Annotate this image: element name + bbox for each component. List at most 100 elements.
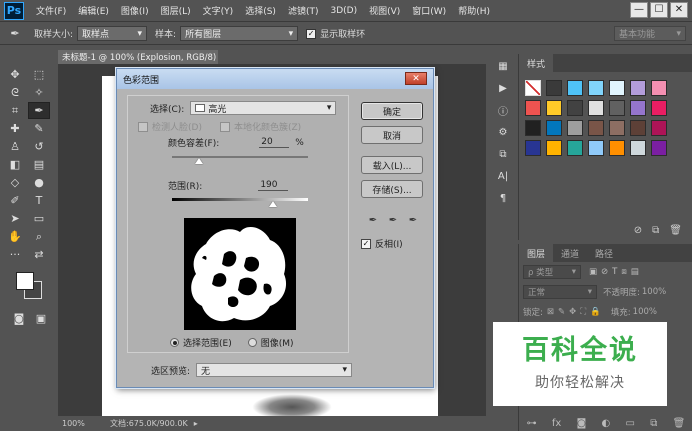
dialog-close-button[interactable]: ✕: [405, 72, 427, 85]
crop-tool-icon[interactable]: ⌗: [4, 102, 26, 119]
style-swatch[interactable]: [651, 100, 667, 116]
brush-preset-icon[interactable]: ⚙: [493, 122, 513, 142]
style-swatch[interactable]: [546, 140, 562, 156]
menu-help[interactable]: 帮助(H): [452, 4, 496, 17]
style-swatch[interactable]: [651, 120, 667, 136]
document-tab[interactable]: 未标题-1 @ 100% (Explosion, RGB/8) * ×: [58, 50, 218, 64]
style-swatch[interactable]: [609, 80, 625, 96]
new-style-icon[interactable]: ⧉: [652, 225, 659, 236]
cancel-button[interactable]: 取消: [361, 126, 423, 144]
ok-button[interactable]: 确定: [361, 102, 423, 120]
style-swatch[interactable]: [525, 80, 541, 96]
menu-3d[interactable]: 3D(D): [324, 6, 363, 16]
style-swatch[interactable]: [567, 80, 583, 96]
style-swatch[interactable]: [609, 100, 625, 116]
close-button[interactable]: ✕: [670, 2, 688, 18]
path-select-icon[interactable]: ➤: [4, 210, 26, 227]
menu-filter[interactable]: 滤镜(T): [282, 4, 325, 17]
move-tool-icon[interactable]: ✥: [4, 66, 26, 83]
eyedropper-plus-icon[interactable]: ✒: [386, 213, 400, 227]
selection-preview-select[interactable]: 无 ▾: [196, 363, 353, 377]
layer-filter-icons[interactable]: ▣⊘T⧈▤: [589, 267, 643, 277]
fill-value[interactable]: 100%: [633, 307, 657, 317]
zoom-tool-icon[interactable]: ⌕: [28, 228, 50, 245]
actions-play-icon[interactable]: ▶: [493, 78, 513, 98]
show-ring-checkbox[interactable]: ✓: [306, 28, 317, 39]
eyedropper-tool-icon[interactable]: ✒: [28, 102, 50, 119]
menu-type[interactable]: 文字(Y): [197, 4, 240, 17]
opacity-value[interactable]: 100%: [642, 287, 666, 297]
style-swatch[interactable]: [588, 120, 604, 136]
dialog-title-bar[interactable]: 色彩范围 ✕: [117, 69, 433, 89]
zoom-level[interactable]: 100%: [58, 419, 90, 428]
new-layer-icon[interactable]: ⧉: [650, 418, 657, 429]
swap-colors-icon[interactable]: ⇄: [28, 246, 50, 263]
image-radio[interactable]: [247, 338, 257, 347]
fx-icon[interactable]: fx: [552, 418, 561, 429]
style-swatch[interactable]: [525, 100, 541, 116]
eyedropper-icon[interactable]: ✒: [4, 27, 26, 40]
rectangle-tool-icon[interactable]: ▭: [28, 210, 50, 227]
style-swatch[interactable]: [567, 140, 583, 156]
paragraph-panel-icon[interactable]: ¶: [493, 188, 513, 208]
minimize-button[interactable]: —: [630, 2, 648, 18]
style-swatch[interactable]: [588, 80, 604, 96]
selection-radio[interactable]: [170, 338, 179, 347]
detect-faces-checkbox[interactable]: [138, 121, 148, 132]
info-panel-icon[interactable]: ⓘ: [493, 100, 513, 120]
menu-select[interactable]: 选择(S): [239, 4, 282, 17]
pen-tool-icon[interactable]: ✐: [4, 192, 26, 209]
clone-source-icon[interactable]: ⧉: [493, 144, 513, 164]
style-swatch[interactable]: [546, 120, 562, 136]
style-swatch[interactable]: [546, 80, 562, 96]
lock-icons[interactable]: ⊠✎✥⛶🔒: [547, 307, 605, 317]
stamp-tool-icon[interactable]: ♙: [4, 138, 26, 155]
eyedropper-icon[interactable]: ✒: [366, 213, 380, 227]
no-style-icon[interactable]: ⊘: [634, 225, 642, 236]
healing-tool-icon[interactable]: ✚: [4, 120, 26, 137]
style-swatch[interactable]: [588, 100, 604, 116]
add-mask-icon[interactable]: ◙: [577, 418, 587, 429]
link-layers-icon[interactable]: ⊶: [527, 418, 537, 429]
trash-icon[interactable]: 🗑: [669, 225, 682, 236]
hand-tool-icon[interactable]: ✋: [4, 228, 26, 245]
style-swatch[interactable]: [588, 140, 604, 156]
lasso-tool-icon[interactable]: ᘓ: [4, 84, 26, 101]
style-swatch[interactable]: [630, 80, 646, 96]
delete-layer-icon[interactable]: 🗑: [673, 418, 686, 429]
fuzziness-input[interactable]: 20: [259, 137, 290, 148]
menu-window[interactable]: 窗口(W): [406, 4, 452, 17]
fuzziness-slider[interactable]: [172, 156, 308, 158]
tab-channels[interactable]: 通道: [553, 244, 587, 262]
style-swatch[interactable]: [546, 100, 562, 116]
tab-styles[interactable]: 样式: [519, 54, 554, 72]
blur-tool-icon[interactable]: ◇: [4, 174, 26, 191]
type-tool-icon[interactable]: T: [28, 192, 50, 209]
marquee-tool-icon[interactable]: ⬚: [28, 66, 50, 83]
quick-mask-icon[interactable]: ◙: [8, 310, 30, 327]
range-slider[interactable]: [172, 198, 308, 201]
save-button[interactable]: 存储(S)...: [361, 180, 423, 198]
range-slider-thumb[interactable]: [269, 201, 278, 207]
style-swatch[interactable]: [630, 140, 646, 156]
style-swatch[interactable]: [630, 100, 646, 116]
screen-mode-icon[interactable]: ▣: [30, 310, 52, 327]
style-swatch[interactable]: [630, 120, 646, 136]
tab-layers[interactable]: 图层: [519, 244, 554, 262]
menu-edit[interactable]: 编辑(E): [72, 4, 115, 17]
localized-clusters-checkbox[interactable]: [220, 121, 230, 132]
style-swatch[interactable]: [567, 120, 583, 136]
style-swatch[interactable]: [609, 140, 625, 156]
new-group-icon[interactable]: ▭: [626, 418, 635, 429]
eraser-tool-icon[interactable]: ◧: [4, 156, 26, 173]
menu-view[interactable]: 视图(V): [363, 4, 406, 17]
style-swatch[interactable]: [651, 80, 667, 96]
load-button[interactable]: 载入(L)...: [361, 156, 423, 174]
restore-button[interactable]: ☐: [650, 2, 668, 18]
range-input[interactable]: 190: [258, 180, 289, 191]
menu-image[interactable]: 图像(I): [115, 4, 155, 17]
select-dropdown[interactable]: 高光 ▾: [190, 101, 337, 115]
tab-paths[interactable]: 路径: [587, 244, 621, 262]
style-swatch[interactable]: [609, 120, 625, 136]
brush-tool-icon[interactable]: ✎: [28, 120, 50, 137]
